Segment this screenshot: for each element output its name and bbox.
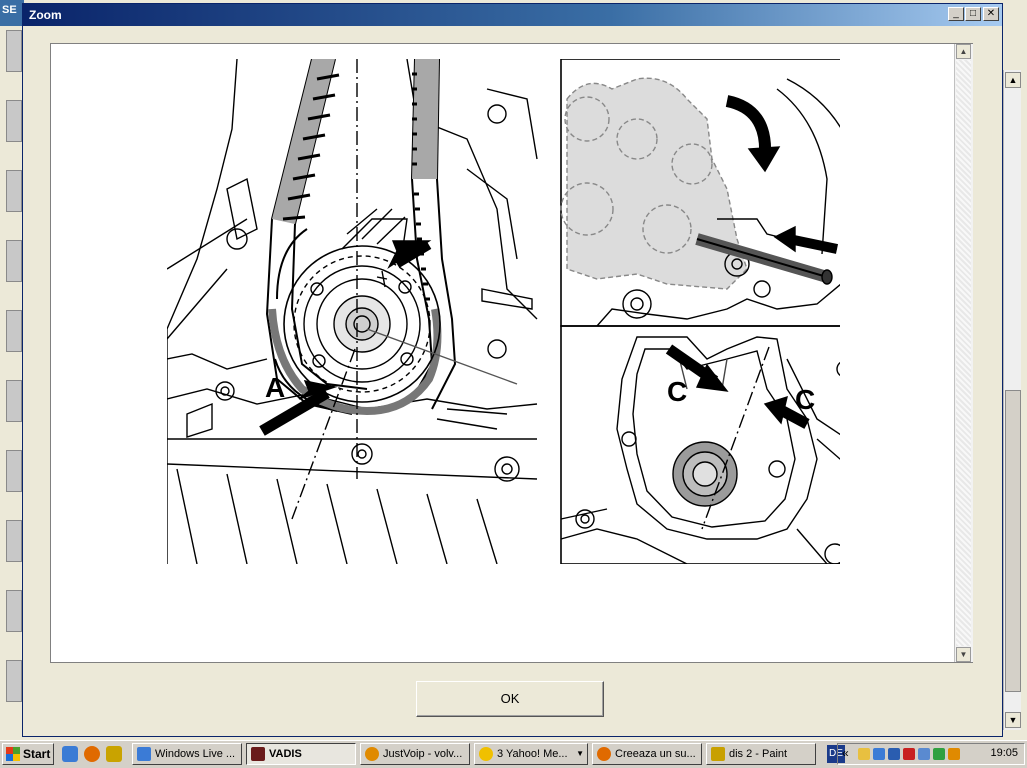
dialog-titlebar[interactable]: Zoom _ □ ✕ (23, 4, 1002, 26)
taskbar-item-label: 3 Yahoo! Me... (497, 748, 568, 760)
right-top-panel-drawing (560, 59, 840, 327)
media-quicklaunch-icon[interactable] (106, 746, 122, 762)
background-toolbar-strip (6, 30, 22, 72)
tray-skype-icon[interactable] (888, 748, 900, 760)
taskbar-item-label: VADIS (269, 748, 302, 760)
zoom-dialog: Zoom _ □ ✕ ▲ ▼ A C C OK (22, 3, 1003, 737)
scroll-up-icon[interactable]: ▲ (956, 44, 971, 59)
label-a: A (265, 372, 285, 403)
scrollbar-track[interactable] (956, 60, 971, 646)
right-bottom-panel-drawing (560, 325, 840, 564)
background-toolbar-strip (6, 660, 22, 702)
taskbar-item-label: Creeaza un su... (615, 748, 696, 760)
tray-app-icon[interactable] (948, 748, 960, 760)
tray-antivirus-icon[interactable] (903, 748, 915, 760)
firefox-icon (597, 747, 611, 761)
dialog-title: Zoom (29, 8, 62, 22)
taskbar-item-justvoip[interactable]: JustVoip - volv... (360, 743, 470, 765)
taskbar-item-windows-live[interactable]: Windows Live ... (132, 743, 242, 765)
scroll-down-icon[interactable]: ▼ (1005, 712, 1021, 728)
taskbar-item-label: dis 2 - Paint (729, 748, 788, 760)
scroll-down-icon[interactable]: ▼ (956, 647, 971, 662)
tray-status-icon[interactable] (933, 748, 945, 760)
timing-belt-illustration: A C C (167, 59, 840, 564)
ie-quicklaunch-icon[interactable] (62, 746, 78, 762)
background-toolbar-strip (6, 100, 22, 142)
label-c-right: C (795, 384, 815, 415)
group-dropdown-icon[interactable]: ▼ (576, 744, 584, 764)
start-button[interactable]: Start (2, 743, 54, 765)
vadis-icon (251, 747, 265, 761)
background-toolbar-strip (6, 380, 22, 422)
windows-live-icon (137, 747, 151, 761)
image-scrollbar[interactable]: ▲ ▼ (954, 44, 973, 662)
tray-mail-icon[interactable] (858, 748, 870, 760)
background-toolbar-strip (6, 590, 22, 632)
close-button[interactable]: ✕ (983, 7, 999, 21)
taskbar-item-firefox[interactable]: Creeaza un su... (592, 743, 702, 765)
tray-network-icon[interactable] (918, 748, 930, 760)
firefox-quicklaunch-icon[interactable] (84, 746, 100, 762)
maximize-button[interactable]: □ (965, 7, 981, 21)
taskbar-item-label: Windows Live ... (155, 748, 236, 760)
ok-button[interactable]: OK (416, 681, 604, 717)
background-toolbar-strip (6, 240, 22, 282)
background-window-title: SE (0, 0, 24, 26)
label-c-left: C (667, 376, 687, 407)
start-label: Start (23, 747, 51, 761)
scrollbar-thumb[interactable] (1005, 390, 1021, 692)
background-toolbar-strip (6, 170, 22, 212)
clock[interactable]: 19:05 (990, 747, 1018, 759)
background-toolbar-strip (6, 450, 22, 492)
paint-icon (711, 747, 725, 761)
system-tray: « 19:05 (837, 743, 1025, 765)
background-toolbar-strip (6, 310, 22, 352)
taskbar-item-yahoo-messenger[interactable]: 3 Yahoo! Me... ▼ (474, 743, 588, 765)
tray-messenger-icon[interactable] (873, 748, 885, 760)
minimize-button[interactable]: _ (948, 7, 964, 21)
justvoip-icon (365, 747, 379, 761)
scroll-up-icon[interactable]: ▲ (1005, 72, 1021, 88)
taskbar-item-paint[interactable]: dis 2 - Paint (706, 743, 816, 765)
background-scrollbar[interactable]: ▲ ▼ (1003, 70, 1021, 730)
yahoo-messenger-icon (479, 747, 493, 761)
left-panel-drawing (167, 59, 538, 564)
taskbar: Start Windows Live ... VADIS JustVoip - … (0, 740, 1027, 768)
windows-logo-icon (6, 747, 20, 761)
taskbar-item-label: JustVoip - volv... (383, 748, 463, 760)
background-toolbar-strip (6, 520, 22, 562)
tray-expand-icon[interactable]: « (842, 746, 849, 760)
taskbar-item-vadis[interactable]: VADIS (246, 743, 356, 765)
